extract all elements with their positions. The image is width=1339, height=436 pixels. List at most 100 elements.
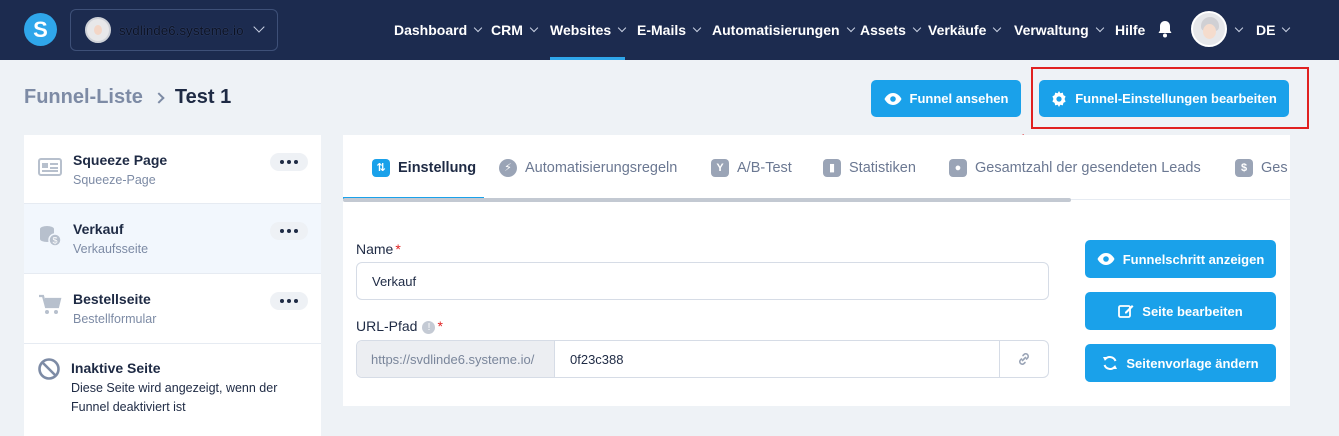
info-icon[interactable]: ! [422, 321, 436, 334]
copy-link-button[interactable] [999, 341, 1048, 377]
nav-dashboard[interactable]: Dashboard [394, 0, 483, 60]
inactive-page-title[interactable]: Inaktive Seite [71, 360, 161, 376]
chevron-down-icon [1282, 23, 1291, 33]
funnel-steps-sidebar: Squeeze Page Squeeze-Page $ Verkauf Verk… [24, 135, 321, 436]
name-input-value: Verkauf [372, 273, 417, 289]
breadcrumb-funnel-list[interactable]: Funnel-Liste [24, 86, 143, 109]
account-switcher[interactable]: svdlinde6.systeme.io [70, 9, 278, 51]
breadcrumb: Funnel-Liste Test 1 [24, 86, 231, 109]
tab-ab-test[interactable]: Y A/B-Test [711, 135, 792, 199]
page-title: Test 1 [174, 86, 232, 108]
edit-icon [1118, 305, 1134, 318]
chevron-right-icon [153, 91, 165, 104]
tab-ges[interactable]: $ Ges [1235, 135, 1288, 199]
chevron-down-icon [529, 23, 539, 33]
account-avatar [85, 17, 111, 43]
url-field-label: URL-Pfad! * [356, 318, 443, 334]
nav-automatisierungen[interactable]: Automatisierungen [712, 0, 855, 60]
nav-verkaeufe[interactable]: Verkäufe [928, 0, 1002, 60]
step-more-menu-button[interactable] [270, 292, 308, 310]
chevron-down-icon [1234, 23, 1244, 33]
view-funnel-label: Funnel ansehen [909, 91, 1009, 106]
step-title: Squeeze Page [73, 152, 168, 168]
nav-assets[interactable]: Assets [860, 0, 922, 60]
dollar-icon: $ [1235, 158, 1253, 177]
chevron-down-icon [473, 23, 483, 33]
language-selector[interactable]: DE [1256, 0, 1291, 60]
step-subtitle: Squeeze-Page [73, 173, 156, 187]
name-input[interactable]: Verkauf [356, 262, 1049, 300]
eye-icon [884, 92, 902, 105]
bell-icon[interactable] [1157, 20, 1173, 38]
chevron-down-icon [253, 21, 265, 33]
tab-einstellung[interactable]: ⇅ Einstellung [372, 135, 477, 199]
refresh-icon [1103, 356, 1118, 370]
nav-label: Dashboard [394, 22, 468, 38]
edit-page-label: Seite bearbeiten [1142, 303, 1243, 319]
nav-crm[interactable]: CRM [491, 0, 539, 60]
disabled-icon [38, 358, 60, 380]
chevron-down-icon [846, 23, 855, 33]
tab-label: Einstellung [398, 159, 477, 176]
step-more-menu-button[interactable] [270, 153, 308, 171]
tab-automatisierungsregeln[interactable]: ⚡ Automatisierungsregeln [499, 135, 678, 199]
tab-scrollbar[interactable] [343, 198, 1071, 202]
funnel-step-bestellseite[interactable]: Bestellseite Bestellformular [24, 274, 321, 344]
chart-icon: ▮ [823, 158, 841, 177]
nav-label: Verwaltung [1014, 22, 1089, 38]
inactive-page-description: Diese Seite wird angezeigt, wenn der Fun… [71, 381, 278, 414]
funnel-step-squeeze-page[interactable]: Squeeze Page Squeeze-Page [24, 135, 321, 204]
nav-label: Automatisierungen [712, 22, 840, 38]
nav-hilfe[interactable]: Hilfe [1115, 0, 1145, 60]
chevron-down-icon [912, 23, 922, 33]
step-more-menu-button[interactable] [270, 222, 308, 240]
step-subtitle: Verkaufsseite [73, 242, 149, 256]
step-title: Bestellseite [73, 291, 151, 307]
url-slug-value: 0f23c388 [570, 351, 624, 367]
user-avatar[interactable] [1191, 11, 1227, 47]
tab-leads[interactable]: ● Gesamtzahl der gesendeten Leads [949, 135, 1201, 199]
account-name: svdlinde6.systeme.io [119, 22, 244, 38]
chevron-down-icon [692, 23, 702, 33]
funnel-step-verkauf[interactable]: $ Verkauf Verkaufsseite [24, 204, 321, 274]
tab-label: A/B-Test [737, 159, 792, 176]
tab-statistiken[interactable]: ▮ Statistiken [823, 135, 916, 199]
bolt-icon: ⚡ [499, 158, 517, 177]
show-funnel-step-button[interactable]: Funnelschritt anzeigen [1085, 240, 1276, 278]
show-funnel-step-label: Funnelschritt anzeigen [1122, 251, 1265, 267]
nav-verwaltung[interactable]: Verwaltung [1014, 0, 1104, 60]
systeme-logo[interactable]: S [24, 13, 57, 46]
url-prefix: https://svdlinde6.systeme.io/ [357, 341, 555, 377]
tab-bar: ⇅ Einstellung ⚡ Automatisierungsregeln Y… [343, 135, 1290, 200]
edit-page-button[interactable]: Seite bearbeiten [1085, 292, 1276, 330]
eye-icon [1097, 253, 1115, 265]
chevron-down-icon [1095, 23, 1104, 33]
cart-icon [39, 294, 62, 314]
step-title: Verkauf [73, 221, 124, 237]
chevron-down-icon [617, 23, 627, 33]
users-icon: ● [949, 158, 967, 177]
view-funnel-button[interactable]: Funnel ansehen [871, 80, 1021, 117]
url-path-input-group: https://svdlinde6.systeme.io/ 0f23c388 [356, 340, 1049, 378]
user-menu-toggle[interactable] [1234, 0, 1244, 60]
tab-label: Gesamtzahl der gesendeten Leads [975, 159, 1201, 176]
svg-text:$: $ [52, 236, 57, 246]
tab-label: Automatisierungsregeln [525, 159, 678, 176]
nav-label: Assets [860, 22, 906, 38]
tab-label: Statistiken [849, 159, 916, 176]
page-layout-icon [38, 158, 62, 176]
nav-label: E-Mails [637, 22, 687, 38]
sliders-icon: ⇅ [372, 158, 390, 177]
coins-icon: $ [40, 226, 62, 247]
nav-websites[interactable]: Websites [550, 0, 627, 60]
nav-emails[interactable]: E-Mails [637, 0, 702, 60]
change-template-label: Seitenvorlage ändern [1126, 355, 1259, 371]
url-slug-input[interactable]: 0f23c388 [555, 341, 999, 377]
nav-label: Hilfe [1115, 22, 1146, 38]
nav-label: CRM [491, 22, 523, 38]
change-template-button[interactable]: Seitenvorlage ändern [1085, 344, 1276, 382]
language-label: DE [1256, 22, 1276, 38]
annotation-highlight-box [1031, 67, 1309, 129]
link-icon [1019, 353, 1029, 365]
nav-label: Websites [550, 22, 612, 38]
